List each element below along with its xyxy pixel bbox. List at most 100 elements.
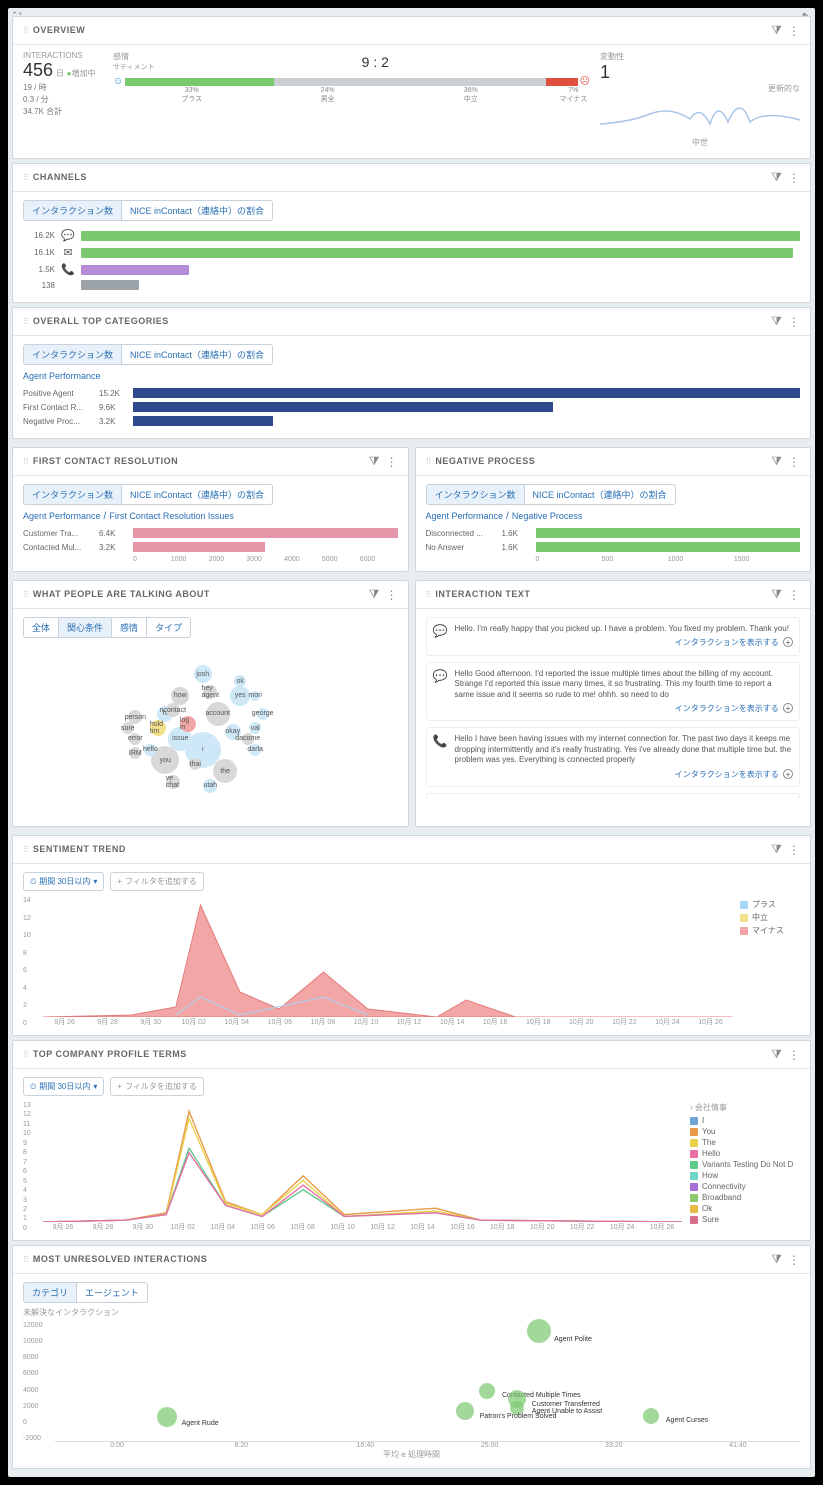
tab[interactable]: 全体 (23, 617, 59, 638)
word-bubble[interactable]: dacome (242, 733, 254, 745)
breadcrumb-link[interactable]: First Contact Resolution Issues (109, 511, 234, 521)
tab[interactable]: NICE inContact（連絡中）の割合 (525, 484, 676, 505)
add-filter-button[interactable]: + フィルタを追加する (110, 872, 204, 891)
word-bubble[interactable]: hey agent (203, 685, 217, 699)
legend-item[interactable]: Sure (690, 1215, 800, 1224)
filter-icon[interactable]: ⧩ (771, 23, 782, 38)
breadcrumb-link[interactable]: Agent Performance (426, 511, 504, 521)
legend-item[interactable]: The (690, 1138, 800, 1147)
word-bubble[interactable]: the (213, 759, 237, 783)
tab[interactable]: インタラクション数 (23, 344, 122, 365)
tab[interactable]: 感情 (112, 617, 147, 638)
menu-icon[interactable]: ⋮ (788, 843, 800, 857)
period-chip[interactable]: ⏲ 期間 30日以内 ▾ (23, 872, 104, 891)
drag-handle-icon[interactable]: ⠿ (426, 457, 432, 466)
word-bubble[interactable]: yes (230, 686, 250, 706)
legend-item[interactable]: Variants Testing Do Not D (690, 1160, 800, 1169)
drag-handle-icon[interactable]: ⠿ (426, 590, 432, 599)
filter-icon[interactable]: ⧩ (369, 587, 380, 602)
filter-icon[interactable]: ⧩ (771, 314, 782, 329)
filter-icon[interactable]: ⧩ (771, 1047, 782, 1062)
word-bubble[interactable]: IRM (129, 747, 141, 759)
tab[interactable]: NICE inContact（連絡中）の割合 (122, 200, 273, 221)
drag-handle-icon[interactable]: ⠿ (23, 457, 29, 466)
word-bubble[interactable]: val (249, 722, 261, 734)
drag-handle-icon[interactable]: ⠿ (23, 26, 29, 35)
show-interaction-link[interactable]: インタラクションを表示する (675, 704, 779, 713)
drag-handle-icon[interactable]: ⠿ (23, 590, 29, 599)
word-bubble[interactable]: josh (194, 665, 212, 683)
word-bubble[interactable]: utah (203, 779, 217, 793)
tab[interactable]: エージェント (77, 1282, 148, 1303)
plus-icon[interactable]: + (783, 703, 793, 713)
tab[interactable]: NICE inContact（連絡中）の割合 (122, 344, 273, 365)
scatter-point[interactable] (479, 1383, 495, 1399)
word-bubble[interactable]: darla (249, 744, 261, 756)
legend-item[interactable]: マイナス (740, 925, 800, 936)
menu-icon[interactable]: ⋮ (386, 455, 398, 469)
tab[interactable]: NICE inContact（連絡中）の割合 (122, 484, 273, 505)
menu-icon[interactable]: ⋮ (386, 588, 398, 602)
category-label: Contacted Mul... (23, 543, 93, 552)
drag-handle-icon[interactable]: ⠿ (23, 1050, 29, 1059)
word-bubble[interactable]: sure (122, 722, 134, 734)
legend-item[interactable]: 中立 (740, 912, 800, 923)
menu-icon[interactable]: ⋮ (788, 1048, 800, 1062)
tab[interactable]: カテゴリ (23, 1282, 77, 1303)
breadcrumb-link[interactable]: Agent Performance (23, 371, 101, 381)
legend-item[interactable]: Broadband (690, 1193, 800, 1202)
menu-icon[interactable]: ⋮ (788, 315, 800, 329)
legend-item[interactable]: プラス (740, 899, 800, 910)
legend-item[interactable]: Connectivity (690, 1182, 800, 1191)
filter-icon[interactable]: ⧩ (771, 842, 782, 857)
menu-icon[interactable]: ⋮ (788, 1253, 800, 1267)
filter-icon[interactable]: ⧩ (771, 587, 782, 602)
menu-icon[interactable]: ⋮ (788, 24, 800, 38)
menu-icon[interactable]: ⋮ (788, 455, 800, 469)
breadcrumb-link[interactable]: Agent Performance (23, 511, 101, 521)
word-bubble[interactable]: hold tim (150, 720, 166, 736)
word-bubble[interactable]: ok (234, 675, 246, 687)
word-bubble[interactable]: log in (180, 716, 196, 732)
word-bubble[interactable]: account (206, 702, 230, 726)
drag-handle-icon[interactable]: ⠿ (23, 845, 29, 854)
tab[interactable]: 関心条件 (59, 617, 112, 638)
legend-item[interactable]: Ok (690, 1204, 800, 1213)
legend-item[interactable]: You (690, 1127, 800, 1136)
show-interaction-link[interactable]: インタラクションを表示する (675, 770, 779, 779)
word-bubble[interactable]: ncontact (166, 703, 180, 717)
scatter-point[interactable] (456, 1402, 474, 1420)
legend-item[interactable]: Hello (690, 1149, 800, 1158)
word-bubble[interactable]: ve chat (166, 775, 180, 789)
drag-handle-icon[interactable]: ⠿ (23, 1255, 29, 1264)
legend-item[interactable]: I (690, 1116, 800, 1125)
word-bubble[interactable]: error (129, 733, 141, 745)
word-bubble[interactable]: how (171, 687, 189, 705)
tab[interactable]: タイプ (147, 617, 191, 638)
tab[interactable]: インタラクション数 (426, 484, 525, 505)
tab[interactable]: インタラクション数 (23, 200, 122, 221)
breadcrumb-link[interactable]: Negative Process (512, 511, 583, 521)
word-bubble[interactable]: hello (144, 744, 156, 756)
filter-icon[interactable]: ⧩ (771, 1252, 782, 1267)
add-filter-button[interactable]: + フィルタを追加する (110, 1077, 204, 1096)
word-bubble[interactable]: thai (189, 758, 201, 770)
menu-icon[interactable]: ⋮ (788, 588, 800, 602)
period-chip[interactable]: ⏲ 期間 30日以内 ▾ (23, 1077, 104, 1096)
drag-handle-icon[interactable]: ⠿ (23, 173, 29, 182)
scatter-point[interactable] (643, 1408, 659, 1424)
filter-icon[interactable]: ⧩ (771, 454, 782, 469)
plus-icon[interactable]: + (783, 637, 793, 647)
filter-icon[interactable]: ⧩ (369, 454, 380, 469)
legend-item[interactable]: How (690, 1171, 800, 1180)
show-interaction-link[interactable]: インタラクションを表示する (675, 638, 779, 647)
drag-handle-icon[interactable]: ⠿ (23, 317, 29, 326)
scatter-point[interactable] (157, 1407, 177, 1427)
menu-icon[interactable]: ⋮ (788, 171, 800, 185)
filter-icon[interactable]: ⧩ (771, 170, 782, 185)
word-bubble[interactable]: george (257, 708, 269, 720)
scatter-point[interactable] (527, 1319, 551, 1343)
plus-icon[interactable]: + (783, 769, 793, 779)
tab[interactable]: インタラクション数 (23, 484, 122, 505)
word-bubble[interactable]: mori (250, 691, 260, 701)
